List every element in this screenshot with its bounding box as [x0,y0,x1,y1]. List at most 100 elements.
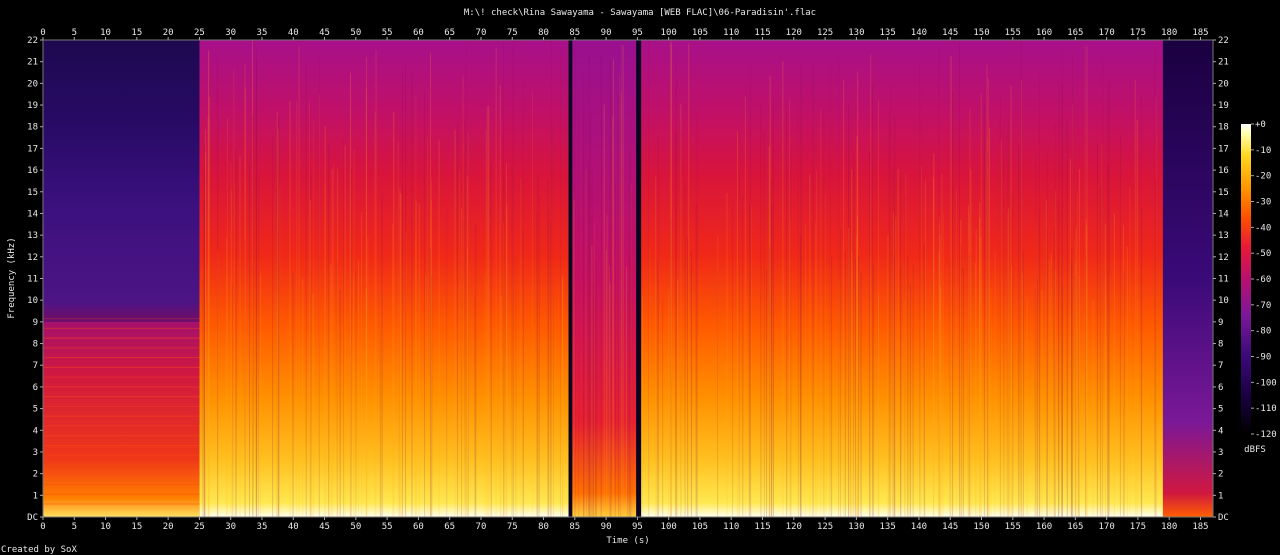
y-tick-label: 3 [1218,448,1223,458]
y-tick-label: 12 [1218,253,1229,263]
x-tick-label: 45 [319,522,330,532]
x-tick-label: 80 [538,28,549,38]
x-tick-label: 30 [225,28,236,38]
x-tick-label: 5 [72,522,77,532]
x-tick-label: 75 [507,522,518,532]
y-axis-left: DC12345678910111213141516171819202122 [27,36,43,523]
y-tick-label: 7 [33,361,38,371]
y-tick-label: 22 [27,36,38,46]
x-tick-label: 85 [569,522,580,532]
x-tick-label: 90 [601,522,612,532]
y-tick-label: 12 [27,253,38,263]
x-tick-label: 135 [880,28,896,38]
y-tick-label: 1 [1218,491,1223,501]
x-tick-label: 70 [476,28,487,38]
colorbar-tick-label: -110 [1255,404,1277,414]
y-axis-label: Frequency (kHz) [7,237,17,318]
y-tick-label: 9 [1218,318,1223,328]
x-tick-label: 25 [194,28,205,38]
x-tick-label: 105 [692,522,708,532]
y-tick-label: 2 [1218,470,1223,480]
x-tick-label: 15 [131,522,142,532]
colorbar-tick-label: -30 [1255,198,1271,208]
y-tick-label: 20 [1218,79,1229,89]
y-tick-label: 4 [1218,426,1223,436]
x-tick-label: 180 [1161,28,1177,38]
y-axis-right: DC12345678910111213141516171819202122 [1213,36,1229,523]
x-tick-label: 125 [817,522,833,532]
colorbar-tick-label: -120 [1255,430,1277,440]
x-tick-label: 175 [1130,28,1146,38]
y-tick-label: 15 [27,188,38,198]
y-tick-label: 14 [27,209,38,219]
x-tick-label: 160 [1036,522,1052,532]
x-tick-label: 95 [632,522,643,532]
y-tick-label: 13 [1218,231,1229,241]
x-tick-label: 65 [444,522,455,532]
x-tick-label: 105 [692,28,708,38]
y-tick-label: 16 [27,166,38,176]
y-tick-label: 8 [1218,340,1223,350]
x-tick-label: 85 [569,28,580,38]
x-axis-label: Time (s) [606,536,649,546]
y-tick-label: 10 [1218,296,1229,306]
x-tick-label: 175 [1130,522,1146,532]
x-tick-label: 30 [225,522,236,532]
x-tick-label: 100 [661,522,677,532]
y-tick-label: 18 [27,123,38,133]
y-tick-label: DC [27,513,38,523]
x-tick-label: 130 [848,28,864,38]
colorbar-ticks: +0 -10 -20 -30 -40 -50 -60 -70 -80 -90 -100 -110 -12… [1251,120,1277,440]
y-tick-label: 4 [33,426,38,436]
x-tick-label: 50 [350,28,361,38]
y-tick-label: 22 [1218,36,1229,46]
x-tick-label: 110 [723,522,739,532]
y-tick-label: 2 [33,470,38,480]
colorbar-tick-label: -10 [1255,146,1271,156]
x-tick-label: 185 [1192,522,1208,532]
x-tick-label: 165 [1067,522,1083,532]
y-tick-label: 18 [1218,123,1229,133]
x-tick-label: 115 [754,28,770,38]
y-tick-label: 10 [27,296,38,306]
y-tick-label: 15 [1218,188,1229,198]
x-tick-label: 145 [942,522,958,532]
colorbar-label: dBFS [1244,445,1266,455]
colorbar-tick-label: +0 [1255,120,1266,130]
spectrogram-chart: M:\! check\Rina Sawayama - Sawayama [WEB… [7,8,1277,546]
x-tick-label: 115 [754,522,770,532]
x-tick-label: 135 [880,522,896,532]
colorbar-tick-label: -70 [1255,301,1271,311]
colorbar [1241,124,1251,434]
x-tick-label: 65 [444,28,455,38]
x-tick-label: 60 [413,522,424,532]
y-tick-label: 11 [27,275,38,285]
y-tick-label: DC [1218,513,1229,523]
x-tick-label: 125 [817,28,833,38]
y-tick-label: 19 [27,101,38,111]
colorbar-tick-label: -80 [1255,327,1271,337]
gap-0 [568,40,573,517]
x-tick-label: 40 [288,522,299,532]
x-tick-label: 160 [1036,28,1052,38]
intro-upper-band [43,40,200,322]
y-tick-label: 5 [1218,405,1223,415]
x-tick-label: 170 [1099,28,1115,38]
x-tick-label: 20 [163,522,174,532]
y-tick-label: 11 [1218,275,1229,285]
x-tick-label: 150 [973,28,989,38]
colorbar-tick-label: -20 [1255,172,1271,182]
y-tick-label: 5 [33,405,38,415]
x-axis-bottom: 0 5 10 15 20 25 30 35 40 45 50 55 60 65 70 75 80 85 90 95 10… [40,517,1209,532]
y-tick-label: 3 [33,448,38,458]
x-tick-label: 150 [973,522,989,532]
y-tick-label: 13 [27,231,38,241]
x-tick-label: 0 [40,28,45,38]
x-tick-label: 0 [40,522,45,532]
x-tick-label: 140 [911,522,927,532]
x-tick-label: 60 [413,28,424,38]
x-tick-label: 130 [848,522,864,532]
x-tick-label: 40 [288,28,299,38]
x-tick-label: 140 [911,28,927,38]
x-tick-label: 185 [1192,28,1208,38]
